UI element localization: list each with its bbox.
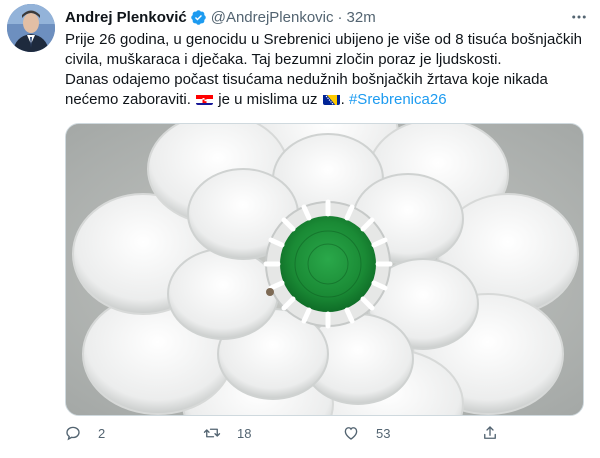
retweet-button[interactable]: 18	[203, 424, 251, 442]
author-handle[interactable]: @AndrejPlenkovic	[211, 9, 334, 26]
flag-bosnia-icon	[322, 93, 340, 105]
tweet-text-part: .	[340, 91, 345, 108]
tweet-text-part: je u mislima uz	[218, 91, 318, 108]
crocheted-flower-image	[66, 124, 583, 415]
retweet-icon	[203, 428, 221, 438]
like-count: 53	[376, 425, 391, 441]
tweet-media-image[interactable]	[65, 123, 584, 416]
more-options-icon[interactable]	[570, 8, 588, 26]
tweet-text: Prije 26 godina, u genocidu u Srebrenici…	[65, 30, 590, 110]
avatar-photo	[7, 4, 55, 52]
tweet-header: Andrej Plenković @AndrejPlenkovic · 32m	[65, 6, 590, 28]
retweet-count: 18	[237, 425, 252, 441]
reply-button[interactable]: 2	[64, 424, 105, 442]
share-icon	[484, 426, 496, 439]
reply-count: 2	[98, 425, 106, 441]
tweet-paragraph-2: Danas odajemo počast tisućama nedužnih b…	[65, 70, 590, 110]
like-button[interactable]: 53	[342, 424, 390, 442]
avatar[interactable]	[7, 4, 55, 52]
separator-dot: ·	[337, 8, 343, 26]
verified-badge-icon	[190, 9, 206, 25]
flag-croatia-icon	[196, 93, 214, 105]
reply-icon	[66, 426, 80, 441]
tweet-actions: 2 18 53	[60, 424, 520, 448]
heart-icon	[344, 427, 358, 440]
share-button[interactable]	[481, 424, 499, 442]
author-name[interactable]: Andrej Plenković	[65, 9, 187, 26]
tweet-paragraph-1: Prije 26 godina, u genocidu u Srebrenici…	[65, 31, 582, 68]
tweet-timestamp[interactable]: 32m	[347, 9, 376, 26]
hashtag-link[interactable]: #Srebrenica26	[349, 91, 447, 108]
